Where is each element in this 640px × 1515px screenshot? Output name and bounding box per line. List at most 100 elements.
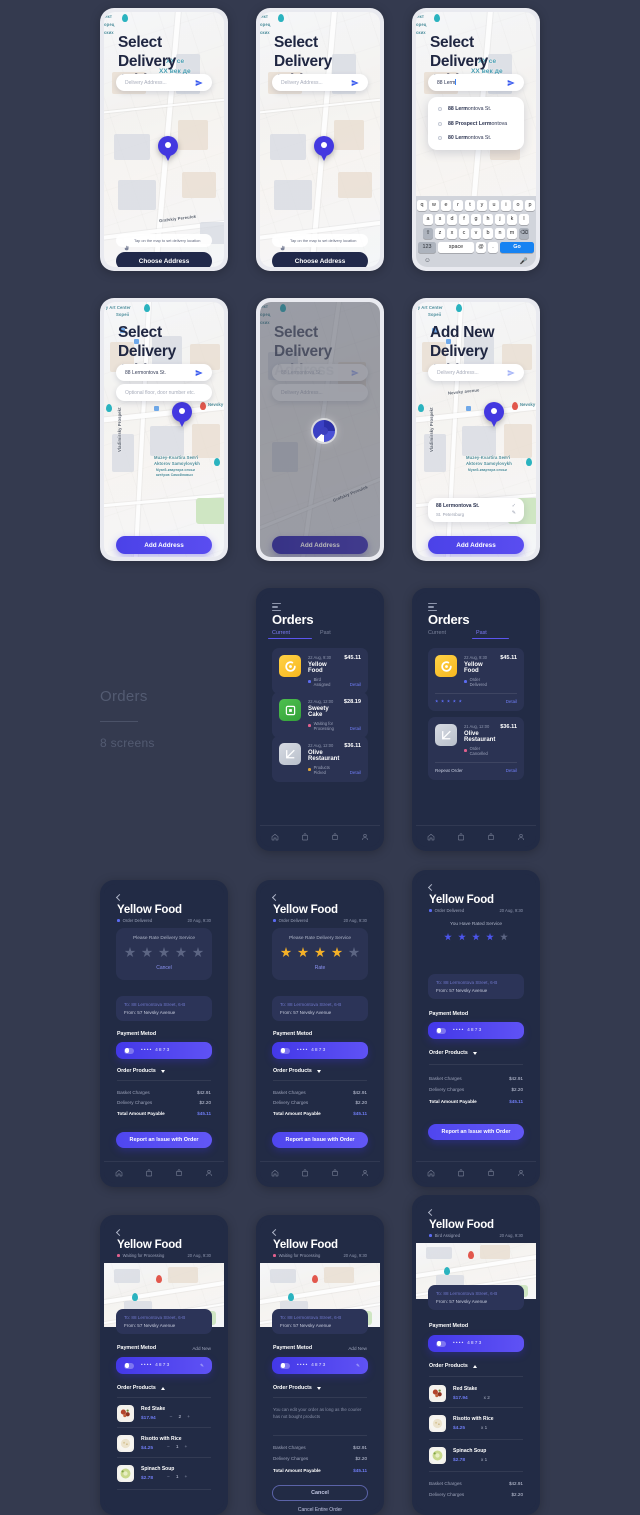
quantity-stepper[interactable]: − 1 + — [167, 1475, 187, 1480]
order-card[interactable]: 22 Aug, 9:30 Yellow Food Bird Assigned $… — [272, 648, 368, 694]
key-r[interactable]: r — [453, 199, 463, 211]
key-l[interactable]: l — [519, 213, 529, 225]
back-chevron-icon[interactable] — [271, 893, 280, 902]
add-new-payment-link[interactable]: Add New — [192, 1346, 211, 1351]
increment-button[interactable]: + — [187, 1415, 190, 1420]
send-icon-3[interactable] — [507, 79, 515, 87]
back-chevron-icon[interactable] — [427, 883, 436, 892]
product-row[interactable]: Red Stake $17.94 − 2 + — [117, 1405, 211, 1422]
chevron-down-icon[interactable] — [160, 1069, 165, 1073]
key-c[interactable]: c — [459, 227, 469, 239]
star-3[interactable] — [158, 947, 170, 958]
search-input[interactable]: Delivery Address... — [116, 74, 212, 91]
star-5[interactable] — [192, 947, 204, 958]
key-p[interactable]: p — [525, 199, 535, 211]
bag-icon[interactable] — [457, 1168, 465, 1177]
order-products-header[interactable]: Order Products — [429, 1050, 477, 1056]
repeat-order-button[interactable]: Repeat Order — [435, 768, 463, 773]
check-icon[interactable]: ✓ — [512, 503, 516, 509]
card-toggle[interactable] — [124, 1047, 134, 1054]
rating-stars[interactable] — [280, 947, 360, 958]
send-icon-4[interactable] — [195, 369, 203, 377]
order-card[interactable]: 22 Aug, 12:00 Olive Restaurant Products … — [272, 736, 368, 782]
chevron-down-icon[interactable] — [316, 1069, 321, 1073]
choose-address-button-2[interactable]: Choose Address — [272, 252, 368, 267]
key-t[interactable]: t — [465, 199, 475, 211]
rating-stars[interactable] — [124, 947, 204, 958]
add-address-button-6[interactable]: Add Address — [428, 536, 524, 554]
rate-submit-button[interactable]: Rate — [280, 965, 360, 971]
cancel-entire-order-link[interactable]: Cancel Entire Order — [260, 1507, 380, 1511]
home-icon[interactable] — [271, 1169, 279, 1177]
product-row[interactable]: Risotto with Rice $4.25 − 1 + — [117, 1435, 211, 1452]
product-row[interactable]: Spinach Soup $2.78 − 1 + — [117, 1465, 211, 1482]
numeric-key[interactable]: 123 — [418, 241, 436, 253]
key-d[interactable]: d — [447, 213, 457, 225]
star-3[interactable] — [314, 947, 326, 958]
key-y[interactable]: y — [477, 199, 487, 211]
key-a[interactable]: a — [423, 213, 433, 225]
key-b[interactable]: b — [483, 227, 493, 239]
key-w[interactable]: w — [429, 199, 439, 211]
choose-address-button[interactable]: Choose Address — [116, 252, 212, 267]
order-detail-link[interactable]: Detail — [506, 768, 517, 773]
suggestion-item[interactable]: 80 Lermontova St. — [428, 131, 524, 145]
decrement-button[interactable]: − — [167, 1445, 170, 1450]
report-issue-button[interactable]: Report an Issue with Order — [428, 1124, 524, 1140]
star-5[interactable] — [348, 947, 360, 958]
profile-icon[interactable] — [517, 833, 525, 841]
payment-card[interactable]: •••• 4873 — [428, 1335, 524, 1352]
backspace-key[interactable]: ⌫ — [519, 227, 529, 239]
key-i[interactable]: i — [501, 199, 511, 211]
send-icon-6[interactable] — [507, 369, 515, 377]
star-4[interactable] — [175, 947, 187, 958]
profile-icon[interactable] — [361, 1169, 369, 1177]
address-input-filled[interactable]: 88 Lermontova St. — [116, 364, 212, 381]
bag-icon[interactable] — [301, 1168, 309, 1177]
key-x[interactable]: x — [447, 227, 457, 239]
emoji-icon[interactable]: ☺ — [424, 257, 431, 265]
order-card[interactable]: 22 Aug, 9:30 Yellow Food Order Delivered… — [428, 648, 524, 711]
key-o[interactable]: o — [513, 199, 523, 211]
back-chevron-icon[interactable] — [115, 1228, 124, 1237]
tab-current[interactable]: Current — [428, 630, 446, 639]
home-icon[interactable] — [427, 1169, 435, 1177]
product-row[interactable]: Red Stake $17.94 x 2 — [429, 1385, 523, 1402]
key-g[interactable]: g — [471, 213, 481, 225]
profile-icon[interactable] — [205, 1169, 213, 1177]
map-marker-6[interactable] — [484, 402, 504, 428]
send-icon[interactable] — [195, 79, 203, 87]
edit-pencil-icon[interactable]: ✎ — [200, 1363, 204, 1369]
tab-past[interactable]: Past — [320, 630, 331, 639]
order-card[interactable]: 21 Aug, 12:00 Olive Restaurant Order Can… — [428, 717, 524, 780]
key-m[interactable]: m — [507, 227, 517, 239]
star-2[interactable] — [141, 947, 153, 958]
search-input-6[interactable]: Delivery Address... — [428, 364, 524, 381]
back-chevron-icon[interactable] — [427, 1208, 436, 1217]
key-h[interactable]: h — [483, 213, 493, 225]
order-products-header[interactable]: Order Products — [273, 1068, 321, 1074]
at-key[interactable]: @ — [476, 241, 486, 253]
suggestion-item[interactable]: 88 Prospect Lermontova — [428, 116, 524, 130]
chevron-up-icon[interactable] — [472, 1364, 477, 1368]
order-products-header[interactable]: Order Products — [273, 1385, 321, 1391]
shift-key[interactable]: ⇧ — [423, 227, 433, 239]
card-toggle[interactable] — [436, 1027, 446, 1034]
payment-card[interactable]: •••• 4873 ✎ — [272, 1357, 368, 1374]
key-q[interactable]: q — [417, 199, 427, 211]
order-detail-link[interactable]: Detail — [506, 699, 517, 704]
star-4[interactable] — [331, 947, 343, 958]
microphone-icon[interactable]: 🎤 — [520, 257, 528, 265]
product-row[interactable]: Spinach Soup $2.78 x 1 — [429, 1447, 523, 1464]
order-products-header[interactable]: Order Products — [117, 1068, 165, 1074]
product-row[interactable]: Risotto with Rice $4.25 x 1 — [429, 1415, 523, 1432]
key-u[interactable]: u — [489, 199, 499, 211]
bag-icon[interactable] — [301, 832, 309, 841]
profile-icon[interactable] — [361, 833, 369, 841]
order-detail-link[interactable]: Detail — [344, 682, 361, 687]
map-marker-2[interactable] — [314, 136, 334, 162]
increment-button[interactable]: + — [185, 1445, 188, 1450]
card-toggle[interactable] — [280, 1047, 290, 1054]
go-key[interactable]: Go — [500, 241, 534, 253]
map-marker-4[interactable] — [172, 402, 192, 428]
